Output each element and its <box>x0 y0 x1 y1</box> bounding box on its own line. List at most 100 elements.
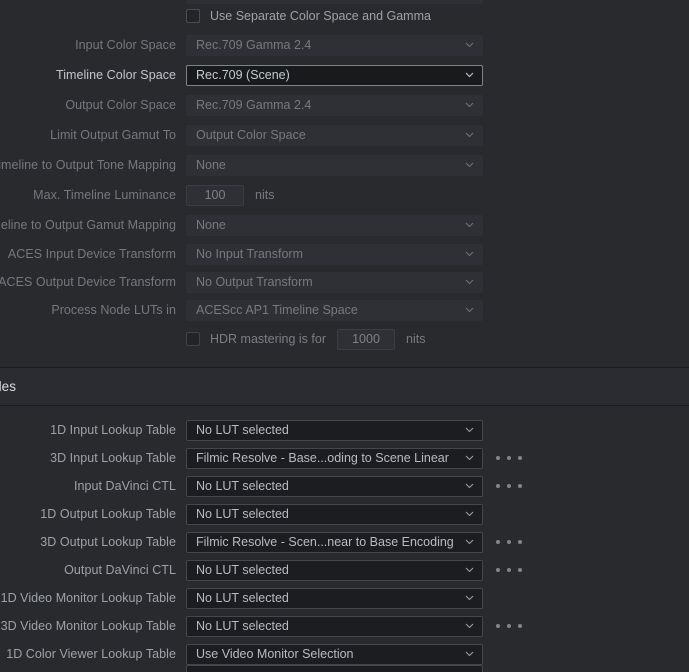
label-output-color-space: Output Color Space <box>65 98 176 112</box>
chevron-down-icon <box>465 537 474 546</box>
checkbox-label-use-separate-color-space-and-gamma: Use Separate Color Space and Gamma <box>210 9 431 23</box>
ellipsis-icon-output-davinci-ctl[interactable] <box>496 560 522 580</box>
dropdown-timeline-to-output-gamut-mapping[interactable]: None <box>186 214 483 236</box>
label-timeline-to-output-gamut-mapping: Timeline to Output Gamut Mapping <box>0 218 176 232</box>
settings-row-use-separate-color-space: Use Separate Color Space and Gamma <box>0 0 689 30</box>
dropdown-3d-output-lookup-table[interactable]: Filmic Resolve - Scen...near to Base Enc… <box>186 531 483 553</box>
settings-row-input-color-space: Input Color Space Rec.709 Gamma 2.4 <box>0 30 689 60</box>
chevron-down-icon <box>465 509 474 518</box>
checkbox-use-separate-color-space-and-gamma[interactable]: Use Separate Color Space and Gamma <box>186 9 431 23</box>
dropdown-1d-video-monitor-lookup-table[interactable]: No LUT selected <box>186 587 483 609</box>
label-timeline-color-space: Timeline Color Space <box>55 68 176 82</box>
label-limit-output-gamut-to: Limit Output Gamut To <box>50 128 176 142</box>
max-timeline-luminance-input[interactable]: 100 <box>186 184 244 206</box>
chevron-down-icon <box>465 220 474 229</box>
dropdown-value-1d-output-lookup-table: No LUT selected <box>196 507 289 521</box>
chevron-down-icon <box>465 249 474 258</box>
dropdown-value-process-node-luts-in: ACEScc AP1 Timeline Space <box>196 303 358 317</box>
chevron-down-icon <box>465 40 474 49</box>
settings-row-process-node-luts-in: Process Node LUTs in ACEScc AP1 Timeline… <box>0 296 689 324</box>
label-1d-color-viewer-lookup-table: 1D Color Viewer Lookup Table <box>6 647 176 661</box>
dropdown-input-color-space[interactable]: Rec.709 Gamma 2.4 <box>186 34 483 56</box>
section-header-lookup-tables: Lookup Tables <box>0 367 689 406</box>
settings-row-aces-output-device-transform: ACES Output Device Transform No Output T… <box>0 268 689 296</box>
checkbox-hdr-mastering-is-for[interactable]: HDR mastering is for <box>186 332 326 346</box>
dropdown-value-output-davinci-ctl: No LUT selected <box>196 563 289 577</box>
settings-row-partial-next <box>0 665 689 672</box>
dropdown-value-1d-color-viewer-lookup-table: Use Video Monitor Selection <box>196 647 354 661</box>
checkbox-icon[interactable] <box>186 9 200 23</box>
label-1d-video-monitor-lookup-table: 1D Video Monitor Lookup Table <box>0 591 176 605</box>
chevron-down-icon <box>465 593 474 602</box>
label-output-davinci-ctl: Output DaVinci CTL <box>64 563 176 577</box>
chevron-down-icon <box>465 70 474 79</box>
settings-row-max-timeline-luminance: Max. Timeline Luminance 100 nits <box>0 180 689 210</box>
dropdown-output-color-space[interactable]: Rec.709 Gamma 2.4 <box>186 94 483 116</box>
dropdown-aces-input-device-transform[interactable]: No Input Transform <box>186 243 483 265</box>
settings-row-1d-output-lookup-table: 1D Output Lookup Table No LUT selected <box>0 500 689 528</box>
dropdown-value-aces-output-device-transform: No Output Transform <box>196 275 313 289</box>
settings-row-hdr-mastering-is-for: HDR mastering is for 1000 nits <box>0 324 689 354</box>
label-input-davinci-ctl: Input DaVinci CTL <box>73 479 176 493</box>
dropdown-aces-output-device-transform[interactable]: No Output Transform <box>186 271 483 293</box>
ellipsis-icon-input-davinci-ctl[interactable] <box>496 476 522 496</box>
section-bottom-gap <box>0 406 689 416</box>
dropdown-value-timeline-to-output-gamut-mapping: None <box>196 218 226 232</box>
ellipsis-icon-3d-video-monitor-lookup-table[interactable] <box>496 616 522 636</box>
dropdown-timeline-to-output-tone-mapping[interactable]: None <box>186 154 483 176</box>
chevron-down-icon <box>465 130 474 139</box>
dropdown-value-1d-video-monitor-lookup-table: No LUT selected <box>196 591 289 605</box>
dropdown-1d-output-lookup-table[interactable]: No LUT selected <box>186 503 483 525</box>
chevron-down-icon <box>465 565 474 574</box>
chevron-down-icon <box>465 425 474 434</box>
dropdown-value-timeline-to-output-tone-mapping: None <box>196 158 226 172</box>
settings-row-timeline-to-output-gamut-mapping: Timeline to Output Gamut Mapping None <box>0 210 689 240</box>
label-3d-input-lookup-table: 3D Input Lookup Table <box>50 451 176 465</box>
label-3d-video-monitor-lookup-table: 3D Video Monitor Lookup Table <box>0 619 176 633</box>
dropdown-value-input-color-space: Rec.709 Gamma 2.4 <box>196 38 312 52</box>
dropdown-value-3d-video-monitor-lookup-table: No LUT selected <box>196 619 289 633</box>
label-3d-output-lookup-table: 3D Output Lookup Table <box>40 535 176 549</box>
dropdown-1d-input-lookup-table[interactable]: No LUT selected <box>186 419 483 441</box>
chevron-down-icon <box>465 100 474 109</box>
label-process-node-luts-in: Process Node LUTs in <box>51 303 176 317</box>
chevron-down-icon <box>465 453 474 462</box>
dropdown-process-node-luts-in[interactable]: ACEScc AP1 Timeline Space <box>186 299 483 321</box>
dropdown-value-1d-input-lookup-table: No LUT selected <box>196 423 289 437</box>
dropdown-value-input-davinci-ctl: No LUT selected <box>196 479 289 493</box>
dropdown-output-davinci-ctl[interactable]: No LUT selected <box>186 559 483 581</box>
dropdown-input-davinci-ctl[interactable]: No LUT selected <box>186 475 483 497</box>
settings-row-3d-output-lookup-table: 3D Output Lookup Table Filmic Resolve - … <box>0 528 689 556</box>
dropdown-partial-next[interactable] <box>186 665 483 672</box>
dropdown-1d-color-viewer-lookup-table[interactable]: Use Video Monitor Selection <box>186 643 483 665</box>
checkbox-label-hdr-mastering-is-for: HDR mastering is for <box>210 332 326 346</box>
dropdown-limit-output-gamut-to[interactable]: Output Color Space <box>186 124 483 146</box>
label-input-color-space: Input Color Space <box>75 38 176 52</box>
settings-row-3d-input-lookup-table: 3D Input Lookup Table Filmic Resolve - B… <box>0 444 689 472</box>
settings-row-output-davinci-ctl: Output DaVinci CTL No LUT selected <box>0 556 689 584</box>
label-aces-output-device-transform: ACES Output Device Transform <box>0 275 176 289</box>
ellipsis-icon-3d-output-lookup-table[interactable] <box>496 532 522 552</box>
dropdown-value-limit-output-gamut-to: Output Color Space <box>196 128 306 142</box>
chevron-down-icon <box>465 649 474 658</box>
dropdown-3d-video-monitor-lookup-table[interactable]: No LUT selected <box>186 615 483 637</box>
ellipsis-icon-3d-input-lookup-table[interactable] <box>496 448 522 468</box>
checkbox-icon[interactable] <box>186 332 200 346</box>
dropdown-3d-input-lookup-table[interactable]: Filmic Resolve - Base...oding to Scene L… <box>186 447 483 469</box>
dropdown-value-3d-input-lookup-table: Filmic Resolve - Base...oding to Scene L… <box>196 451 449 465</box>
dropdown-timeline-color-space[interactable]: Rec.709 (Scene) <box>186 64 483 86</box>
settings-row-timeline-to-output-tone-mapping: Timeline to Output Tone Mapping None <box>0 150 689 180</box>
label-1d-input-lookup-table: 1D Input Lookup Table <box>50 423 176 437</box>
hdr-mastering-nits-input[interactable]: 1000 <box>337 328 395 350</box>
unit-nits-luminance: nits <box>255 188 275 202</box>
label-1d-output-lookup-table: 1D Output Lookup Table <box>40 507 176 521</box>
dropdown-value-aces-input-device-transform: No Input Transform <box>196 247 303 261</box>
settings-row-1d-color-viewer-lookup-table: 1D Color Viewer Lookup Table Use Video M… <box>0 640 689 668</box>
dropdown-value-3d-output-lookup-table: Filmic Resolve - Scen...near to Base Enc… <box>196 535 454 549</box>
label-max-timeline-luminance: Max. Timeline Luminance <box>33 188 176 202</box>
section-title-lookup-tables: Lookup Tables <box>0 379 17 394</box>
settings-row-3d-video-monitor-lookup-table: 3D Video Monitor Lookup Table No LUT sel… <box>0 612 689 640</box>
chevron-down-icon <box>465 481 474 490</box>
chevron-down-icon <box>465 277 474 286</box>
